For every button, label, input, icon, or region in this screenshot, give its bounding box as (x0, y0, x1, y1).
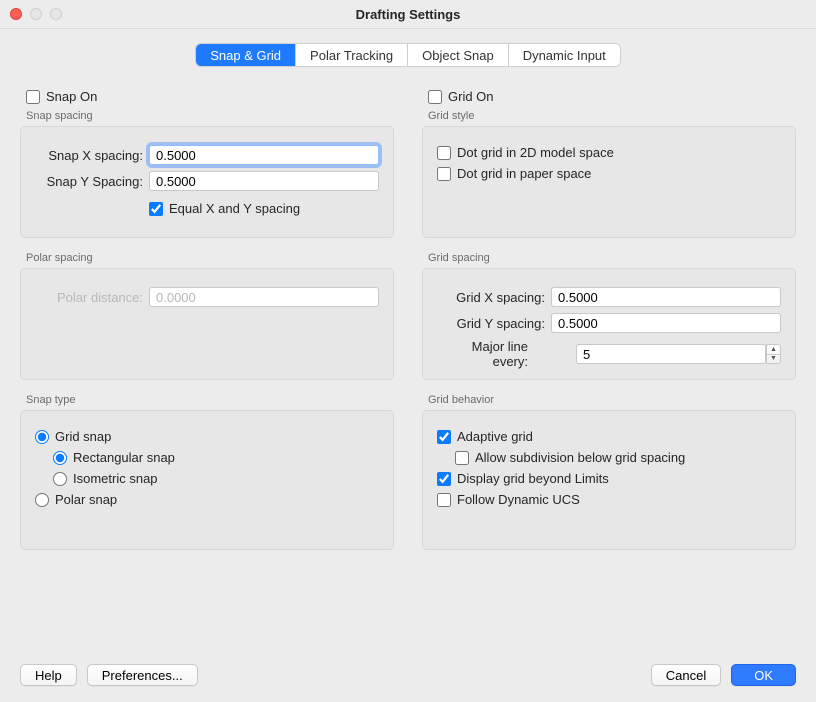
dot-2d-input[interactable] (437, 146, 451, 160)
titlebar: Drafting Settings (0, 0, 816, 29)
grid-x-input[interactable] (551, 287, 781, 307)
dot-paper-checkbox[interactable]: Dot grid in paper space (437, 166, 781, 181)
polar-distance-label: Polar distance: (35, 290, 149, 305)
grid-behavior-panel: Adaptive grid Allow subdivision below gr… (422, 410, 796, 550)
adaptive-grid-checkbox[interactable]: Adaptive grid (437, 429, 781, 444)
follow-ucs-input[interactable] (437, 493, 451, 507)
rectangular-snap-label: Rectangular snap (73, 450, 175, 465)
grid-snap-input[interactable] (35, 430, 49, 444)
window-title: Drafting Settings (0, 7, 816, 22)
polar-snap-input[interactable] (35, 493, 49, 507)
snap-x-input[interactable] (149, 145, 379, 165)
grid-on-input[interactable] (428, 90, 442, 104)
beyond-limits-checkbox[interactable]: Display grid beyond Limits (437, 471, 781, 486)
snap-type-panel: Grid snap Rectangular snap Isometric sna… (20, 410, 394, 550)
snap-on-checkbox[interactable]: Snap On (26, 89, 394, 104)
tab-bar: Snap & Grid Polar Tracking Object Snap D… (195, 43, 621, 67)
help-button[interactable]: Help (20, 664, 77, 686)
snap-x-label: Snap X spacing: (35, 148, 149, 163)
beyond-limits-input[interactable] (437, 472, 451, 486)
major-line-stepper[interactable]: ▲ ▼ (766, 344, 781, 364)
tab-dynamic-input[interactable]: Dynamic Input (509, 44, 620, 66)
tab-polar-tracking[interactable]: Polar Tracking (296, 44, 408, 66)
adaptive-grid-input[interactable] (437, 430, 451, 444)
grid-behavior-group-label: Grid behavior (428, 394, 796, 406)
snap-type-group-label: Snap type (26, 394, 394, 406)
snap-on-input[interactable] (26, 90, 40, 104)
grid-style-group-label: Grid style (428, 110, 796, 122)
dot-2d-checkbox[interactable]: Dot grid in 2D model space (437, 145, 781, 160)
dot-2d-label: Dot grid in 2D model space (457, 145, 614, 160)
isometric-snap-radio[interactable]: Isometric snap (35, 471, 379, 486)
polar-spacing-group-label: Polar spacing (26, 252, 394, 264)
polar-snap-label: Polar snap (55, 492, 117, 507)
snap-y-input[interactable] (149, 171, 379, 191)
grid-spacing-group-label: Grid spacing (428, 252, 796, 264)
grid-y-input[interactable] (551, 313, 781, 333)
grid-spacing-panel: Grid X spacing: Grid Y spacing: Major li… (422, 268, 796, 380)
polar-distance-input[interactable] (149, 287, 379, 307)
snap-on-label: Snap On (46, 89, 97, 104)
polar-spacing-panel: Polar distance: (20, 268, 394, 380)
stepper-down-icon[interactable]: ▼ (767, 355, 780, 364)
snap-y-label: Snap Y Spacing: (35, 174, 149, 189)
grid-on-checkbox[interactable]: Grid On (428, 89, 796, 104)
ok-button[interactable]: OK (731, 664, 796, 686)
stepper-up-icon[interactable]: ▲ (767, 345, 780, 355)
grid-snap-radio[interactable]: Grid snap (35, 429, 379, 444)
grid-x-label: Grid X spacing: (437, 290, 551, 305)
tab-object-snap[interactable]: Object Snap (408, 44, 509, 66)
grid-y-label: Grid Y spacing: (437, 316, 551, 331)
allow-subdivision-input[interactable] (455, 451, 469, 465)
major-line-label: Major line every: (437, 339, 534, 369)
tab-snap-grid[interactable]: Snap & Grid (196, 44, 296, 66)
grid-snap-label: Grid snap (55, 429, 111, 444)
adaptive-grid-label: Adaptive grid (457, 429, 533, 444)
equal-xy-label: Equal X and Y spacing (169, 201, 300, 216)
rectangular-snap-input[interactable] (53, 451, 67, 465)
grid-style-panel: Dot grid in 2D model space Dot grid in p… (422, 126, 796, 238)
rectangular-snap-radio[interactable]: Rectangular snap (35, 450, 379, 465)
beyond-limits-label: Display grid beyond Limits (457, 471, 609, 486)
dialog-footer: Help Preferences... Cancel OK (20, 664, 796, 686)
isometric-snap-label: Isometric snap (73, 471, 158, 486)
cancel-button[interactable]: Cancel (651, 664, 721, 686)
polar-snap-radio[interactable]: Polar snap (35, 492, 379, 507)
major-line-input[interactable] (576, 344, 766, 364)
snap-spacing-group-label: Snap spacing (26, 110, 394, 122)
snap-spacing-panel: Snap X spacing: Snap Y Spacing: Equal X … (20, 126, 394, 238)
dot-paper-label: Dot grid in paper space (457, 166, 591, 181)
equal-xy-input[interactable] (149, 202, 163, 216)
allow-subdivision-label: Allow subdivision below grid spacing (475, 450, 685, 465)
allow-subdivision-checkbox[interactable]: Allow subdivision below grid spacing (437, 450, 781, 465)
equal-xy-checkbox[interactable]: Equal X and Y spacing (149, 201, 300, 216)
dot-paper-input[interactable] (437, 167, 451, 181)
isometric-snap-input[interactable] (53, 472, 67, 486)
follow-ucs-checkbox[interactable]: Follow Dynamic UCS (437, 492, 781, 507)
grid-on-label: Grid On (448, 89, 494, 104)
preferences-button[interactable]: Preferences... (87, 664, 198, 686)
follow-ucs-label: Follow Dynamic UCS (457, 492, 580, 507)
